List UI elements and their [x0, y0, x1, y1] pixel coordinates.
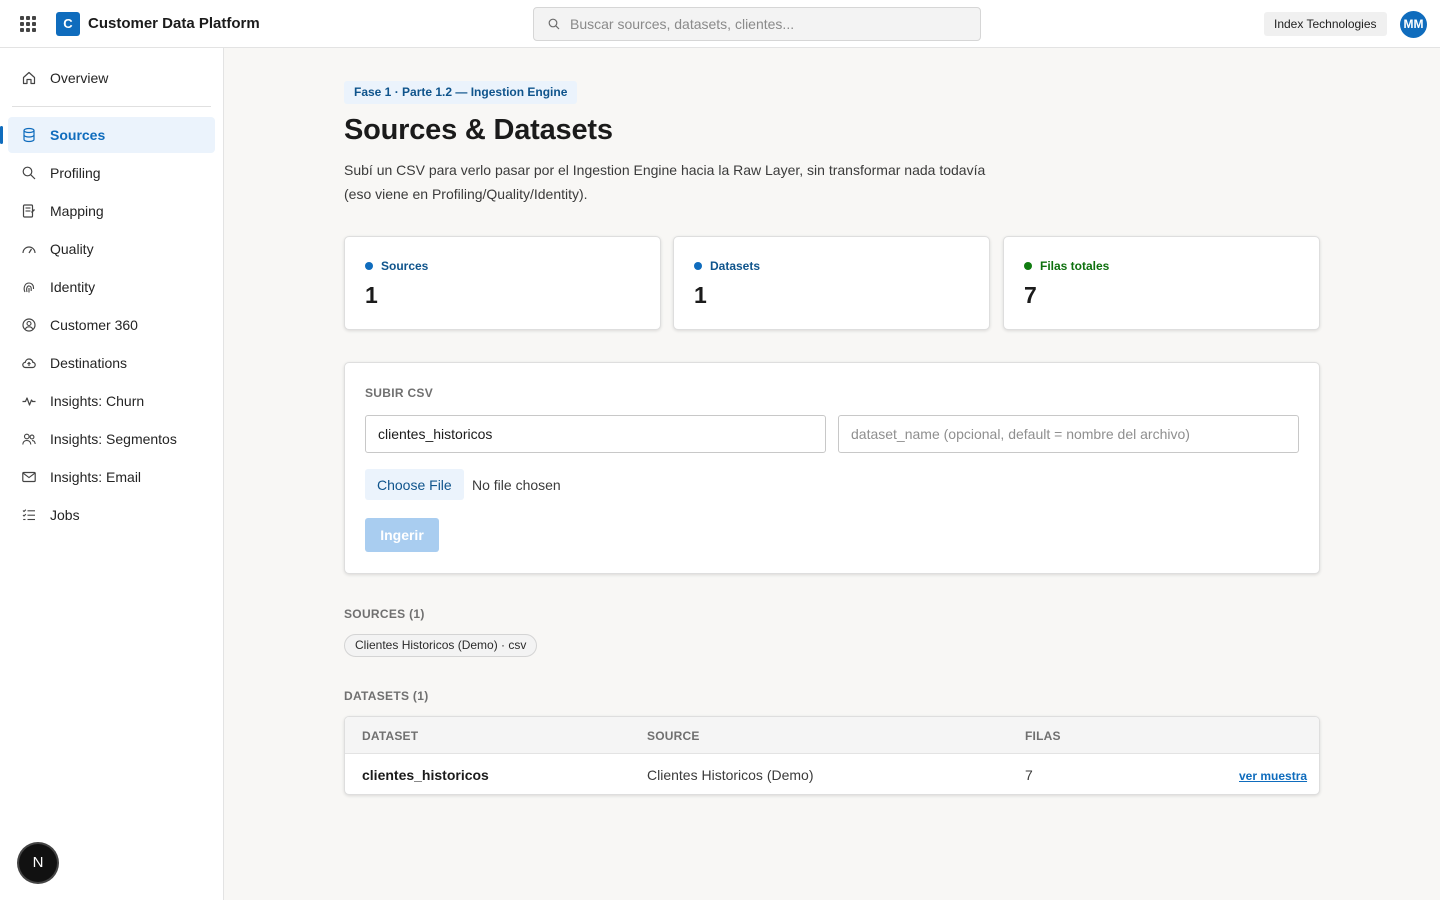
stat-value: 1 — [365, 282, 378, 308]
page-description: Subí un CSV para verlo pasar por el Inge… — [344, 162, 986, 202]
page-title: Sources & Datasets — [344, 114, 613, 146]
sidebar-item-label: Sources — [50, 127, 106, 143]
source-cell: Clientes Historicos (Demo) — [647, 767, 814, 783]
view-sample-link[interactable]: ver muestra — [1239, 769, 1307, 783]
person-circle-icon — [22, 318, 36, 332]
status-dot — [365, 262, 373, 270]
sidebar-item-overview[interactable]: Overview — [8, 60, 215, 96]
sidebar-item-label: Insights: Segmentos — [50, 431, 177, 447]
sidebar-item-identity[interactable]: Identity — [8, 269, 215, 305]
search-icon — [22, 166, 36, 180]
dataset-name-input[interactable] — [838, 415, 1299, 453]
dataset-name-cell: clientes_historicos — [362, 767, 489, 783]
rows-cell: 7 — [1025, 767, 1033, 783]
sidebar-item-label: Insights: Email — [50, 469, 142, 485]
sidebar-item-sources[interactable]: Sources — [0, 117, 215, 153]
sidebar-item-jobs[interactable]: Jobs — [8, 497, 215, 533]
stat-label: Datasets — [710, 259, 761, 273]
sidebar-item-destinations[interactable]: Destinations — [8, 345, 215, 381]
table-row: clientes_historicos Clientes Historicos … — [345, 754, 1319, 794]
search-icon — [548, 18, 560, 30]
sidebar-item-mapping[interactable]: Mapping — [8, 193, 215, 229]
sidebar-item-quality[interactable]: Quality — [8, 231, 215, 267]
global-search — [533, 7, 981, 41]
gauge-icon — [22, 246, 36, 254]
app-logo: C — [56, 12, 80, 36]
sidebar-divider — [12, 106, 211, 107]
sidebar-item-label: Jobs — [50, 507, 80, 523]
task-list-icon — [22, 509, 35, 521]
datasets-table: DATASET SOURCE FILAS clientes_historicos… — [344, 716, 1320, 795]
sidebar-item-label: Quality — [50, 241, 94, 257]
status-dot — [1024, 262, 1032, 270]
upload-csv-card: SUBIR CSV Choose File No file chosen Ing… — [344, 362, 1320, 574]
sidebar-item-label: Destinations — [50, 355, 128, 371]
file-status: No file chosen — [472, 477, 561, 493]
org-switcher[interactable]: Index Technologies — [1264, 12, 1387, 36]
top-bar: C Customer Data Platform Index Technolog… — [0, 0, 1440, 48]
pulse-icon — [22, 397, 36, 406]
app-title: Customer Data Platform — [88, 15, 260, 32]
sidebar: Overview Sources Profiling Mapping Quali… — [0, 48, 224, 900]
datasets-heading: DATASETS (1) — [344, 689, 429, 703]
source-name-input[interactable] — [365, 415, 826, 453]
sidebar-item-label: Profiling — [50, 165, 101, 181]
stat-card-sources: Sources 1 — [344, 236, 661, 330]
sidebar-item-label: Identity — [50, 279, 96, 295]
mapping-icon — [22, 204, 35, 218]
database-icon — [23, 127, 35, 143]
table-header: DATASET SOURCE FILAS — [345, 717, 1319, 754]
sidebar-item-profiling[interactable]: Profiling — [8, 155, 215, 191]
cloud-upload-icon — [22, 358, 36, 369]
stat-card-total-rows: Filas totales 7 — [1003, 236, 1320, 330]
sidebar-item-customer-360[interactable]: Customer 360 — [8, 307, 215, 343]
sources-heading: SOURCES (1) — [344, 607, 425, 621]
mail-icon — [22, 471, 36, 483]
dev-tools-badge[interactable]: N — [19, 844, 57, 882]
fingerprint-icon — [23, 282, 35, 293]
sidebar-item-label: Overview — [50, 70, 109, 86]
home-icon — [22, 71, 36, 85]
sidebar-item-insights-email[interactable]: Insights: Email — [8, 459, 215, 495]
stat-value: 7 — [1024, 282, 1037, 308]
phase-tag: Fase 1 · Parte 1.2 — Ingestion Engine — [344, 81, 578, 104]
stat-card-datasets: Datasets 1 — [673, 236, 990, 330]
sidebar-item-insights-segmentos[interactable]: Insights: Segmentos — [8, 421, 215, 457]
sidebar-item-label: Mapping — [50, 203, 104, 219]
sidebar-item-label: Insights: Churn — [50, 393, 145, 409]
upload-heading: SUBIR CSV — [365, 386, 434, 400]
sidebar-item-label: Customer 360 — [50, 317, 138, 333]
stat-label: Filas totales — [1040, 259, 1110, 273]
search-input[interactable] — [570, 8, 970, 40]
stat-label: Sources — [381, 259, 429, 273]
choose-file-button[interactable]: Choose File — [365, 469, 464, 500]
sidebar-item-insights-churn[interactable]: Insights: Churn — [8, 383, 215, 419]
people-icon — [22, 433, 36, 445]
stat-value: 1 — [694, 282, 707, 308]
column-header-dataset: DATASET — [362, 729, 419, 743]
app-launcher-icon[interactable] — [20, 16, 36, 32]
ingest-button[interactable]: Ingerir — [365, 518, 439, 552]
column-header-rows: FILAS — [1025, 729, 1061, 743]
source-chip[interactable]: Clientes Historicos (Demo) · csv — [344, 634, 538, 657]
user-avatar[interactable]: MM — [1400, 11, 1427, 38]
status-dot — [694, 262, 702, 270]
column-header-source: SOURCE — [647, 729, 700, 743]
